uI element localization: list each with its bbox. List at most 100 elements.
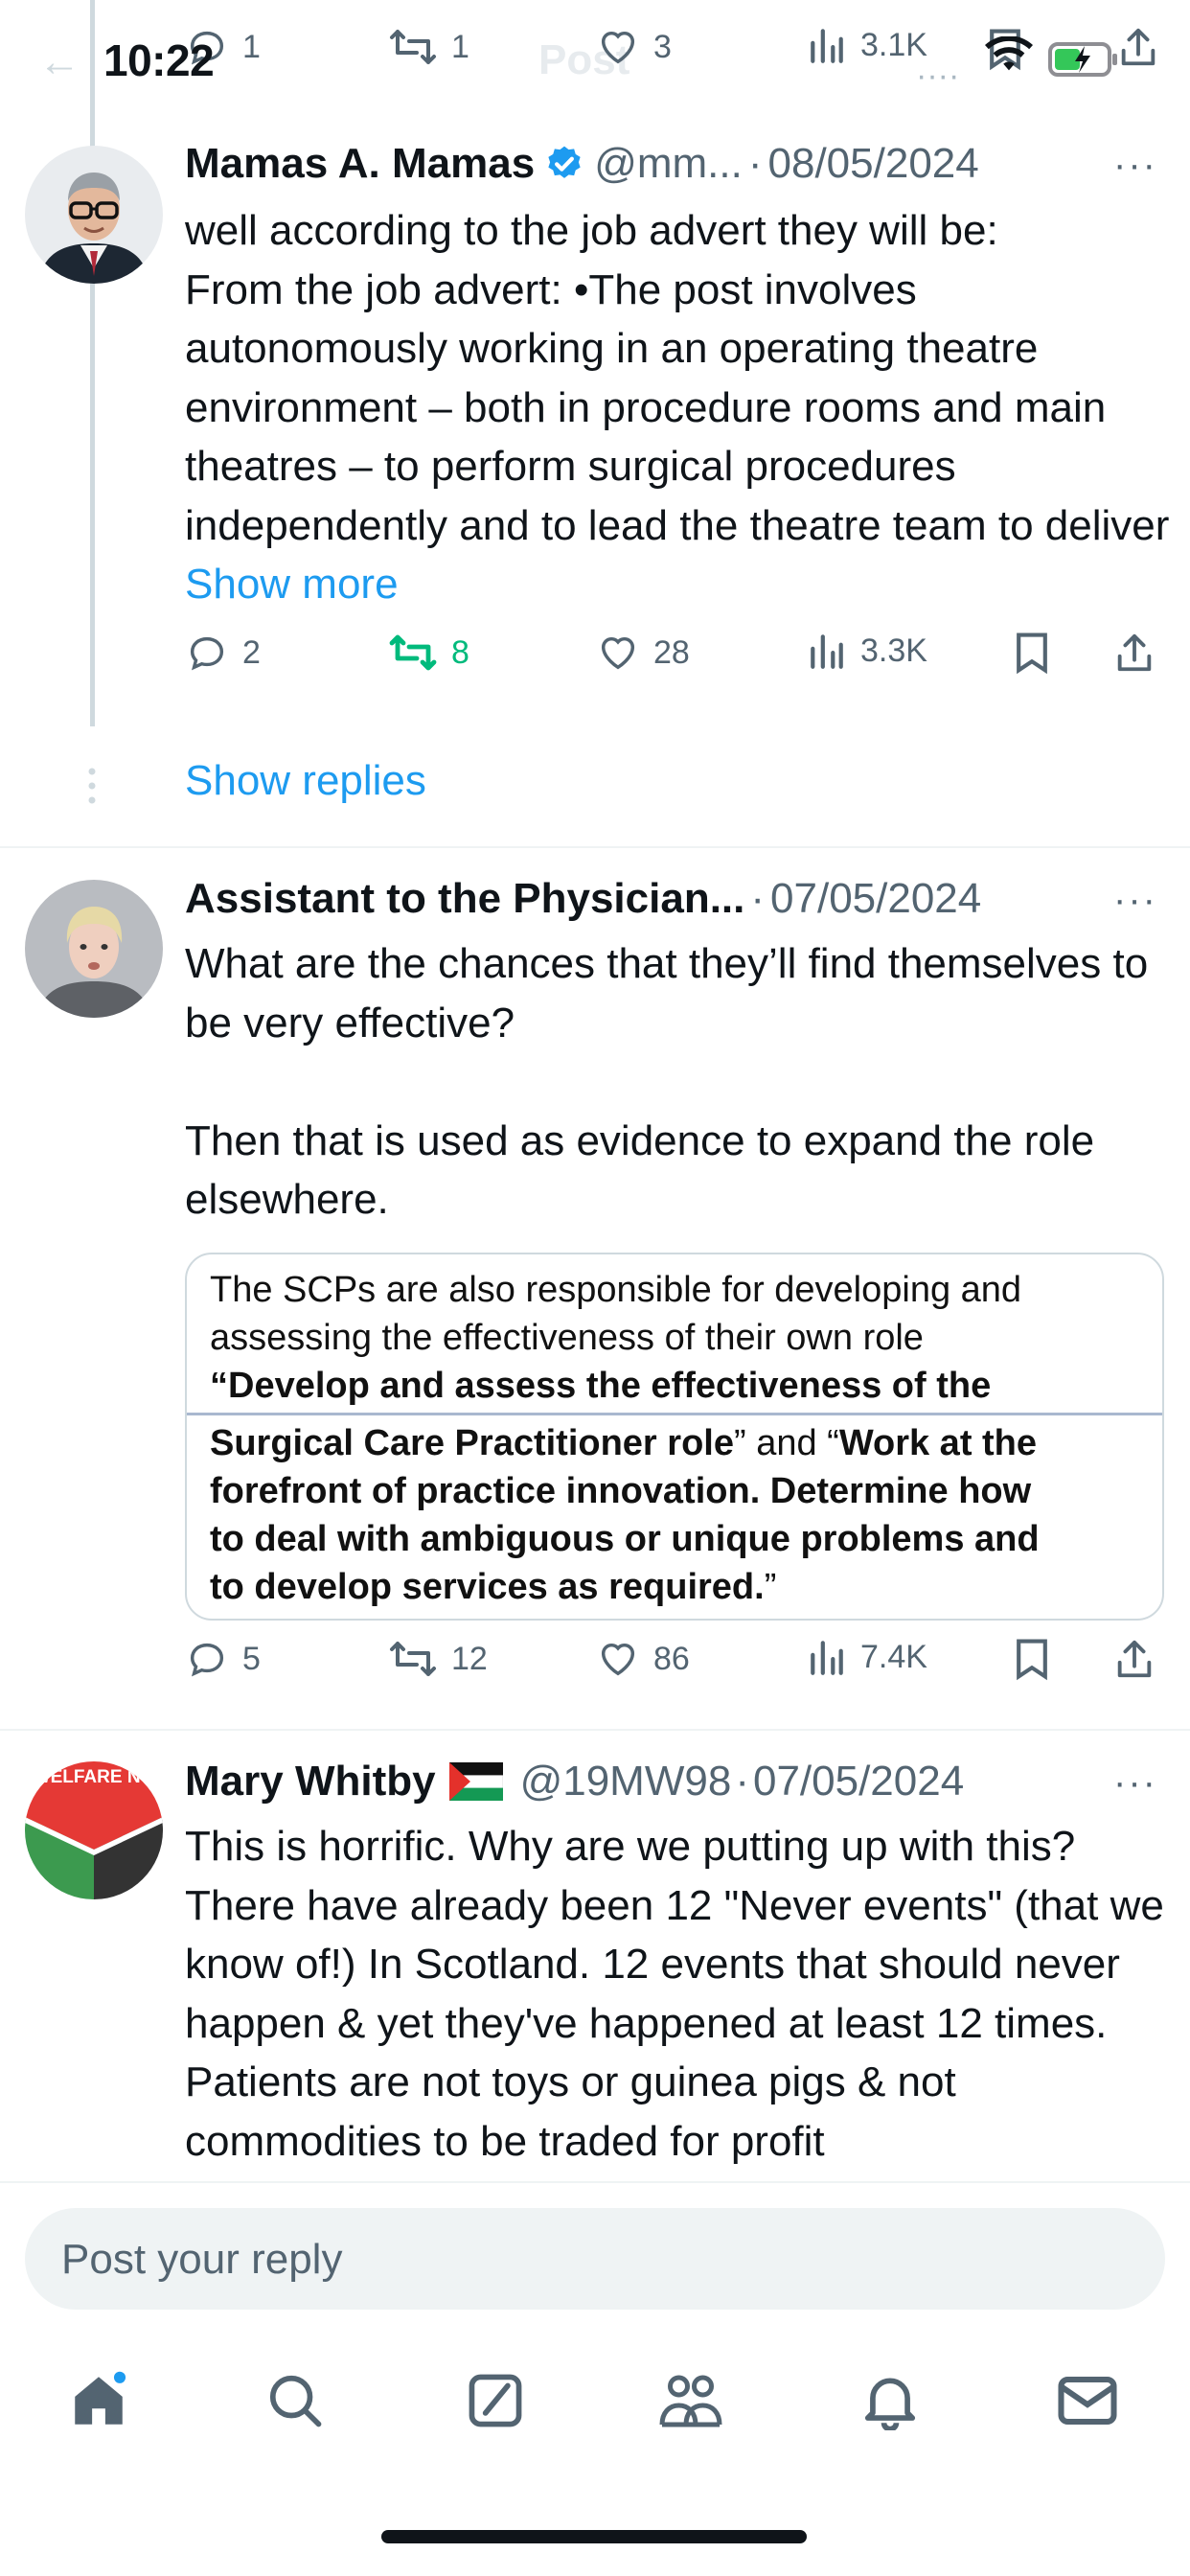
like-button[interactable]: 3 [596,25,672,69]
image-text-bold: Surgical Care Practitioner role [210,1423,734,1463]
views-button[interactable]: 3.1K [807,25,927,65]
separator-dot: · [747,140,763,187]
attached-image[interactable]: The SCPs are also responsible for develo… [185,1253,1164,1621]
repost-count: 1 [451,28,469,65]
nav-notifications[interactable] [857,2367,924,2434]
bookmark-icon [1014,1637,1050,1681]
image-text-line: assessing the effectiveness of their own… [210,1318,924,1358]
views-count: 7.4K [860,1638,927,1675]
avatar[interactable] [25,146,163,284]
share-button[interactable] [1113,631,1156,675]
show-more-link[interactable]: Show more [185,561,399,608]
home-indicator [381,2530,807,2543]
tweet-text: well according to the job advert they wi… [185,201,1172,614]
battery-icon [1048,40,1119,79]
compose-icon [466,2371,525,2430]
author-name[interactable]: Mary Whitby [185,1758,436,1806]
thread-line [90,0,95,726]
image-text-line: “Develop and assess the effectiveness of… [210,1366,992,1406]
image-text-normal: ” [764,1567,777,1607]
avatar[interactable]: WELFARE NO [25,1761,163,1899]
bookmark-icon [1014,631,1050,675]
heart-icon [596,25,640,69]
show-replies-link[interactable]: Show replies [185,757,426,805]
nav-messages[interactable] [1054,2367,1121,2434]
communities-icon [657,2371,724,2430]
views-icon [807,1637,847,1677]
image-text-bold: Work at the [838,1423,1038,1463]
reply-count: 5 [242,1640,261,1677]
reply-input[interactable]: Post your reply [25,2208,1165,2310]
more-options-icon[interactable]: ··· [1113,144,1157,187]
repost-button[interactable]: 1 [388,25,469,69]
search-icon [265,2371,325,2430]
image-text-line: The SCPs are also responsible for develo… [210,1270,1022,1310]
like-button[interactable]: 86 [596,1637,690,1681]
image-text-line: to deal with ambiguous or unique problem… [210,1519,1040,1559]
reply-placeholder: Post your reply [61,2236,343,2283]
tweet-actions: 2 8 28 3.3K [0,631,1190,688]
tweet-header: Mamas A. Mamas @mm... · 08/05/2024 [185,140,1172,188]
divider [0,2181,1190,2183]
tweet-body: well according to the job advert they wi… [185,207,1170,549]
image-divider [187,1413,1162,1415]
share-button[interactable] [1117,25,1159,69]
image-text-line: to develop services as required.” [210,1563,776,1611]
more-options-icon[interactable]: ··· [1113,1761,1157,1805]
separator-dot: · [750,875,766,922]
repost-icon [388,25,438,69]
views-count: 3.3K [860,632,927,669]
nav-home[interactable] [65,2367,132,2434]
image-text-normal: ” and “ [733,1423,839,1463]
divider [0,1729,1190,1731]
signal-dots: ···· [916,58,960,94]
reply-button[interactable]: 5 [185,1637,261,1681]
tweet-date[interactable]: 08/05/2024 [768,140,979,188]
nav-search[interactable] [262,2367,329,2434]
status-time: 10:22 [103,35,215,85]
reply-icon [185,631,229,675]
author-handle[interactable]: @mm... [594,140,743,188]
views-icon [807,631,847,671]
image-text-bold: to develop services as required. [210,1567,765,1607]
more-options-icon[interactable]: ··· [1113,879,1157,922]
share-icon [1117,25,1159,69]
repost-button[interactable]: 12 [388,1637,488,1681]
tweet-header: Assistant to the Physician... · 07/05/20… [185,875,1172,923]
tweet-header: Mary Whitby @19MW98 · 07/05/2024 [185,1758,1172,1806]
repost-button[interactable]: 8 [388,631,469,675]
notifications-icon [860,2371,920,2430]
bookmark-button[interactable] [1014,631,1050,675]
tweet-date[interactable]: 07/05/2024 [770,875,981,923]
tweet-text: This is horrific. Why are we putting up … [185,1823,1164,2165]
reply-icon [185,1637,229,1681]
reply-button[interactable]: 2 [185,631,261,675]
home-icon [67,2369,130,2432]
separator-dot: · [735,1758,749,1805]
thread-dots-icon [85,767,99,805]
tweet-actions: 5 12 86 7.4K [0,1637,1190,1694]
nav-communities[interactable] [657,2367,724,2434]
reply-count: 2 [242,633,261,671]
share-button[interactable] [1113,1637,1156,1681]
bookmark-button[interactable] [1014,1637,1050,1681]
tweet-text: What are the chances that they’ll find t… [185,940,1149,1223]
author-handle[interactable]: @19MW98 [520,1758,732,1806]
repost-icon [388,1637,438,1681]
avatar[interactable] [25,880,163,1018]
like-count: 3 [653,28,672,65]
avatar-text: WELFARE NO [34,1767,155,1787]
like-count: 28 [653,633,690,671]
wifi-icon [985,36,1033,75]
nav-grok[interactable] [462,2367,529,2434]
reply-count: 1 [242,28,261,65]
views-button[interactable]: 3.3K [807,631,927,671]
tweet-date[interactable]: 07/05/2024 [753,1758,964,1806]
like-button[interactable]: 28 [596,631,690,675]
messages-icon [1056,2371,1119,2430]
views-button[interactable]: 7.4K [807,1637,927,1677]
author-name[interactable]: Assistant to the Physician... [185,875,744,923]
heart-icon [596,631,640,675]
author-name[interactable]: Mamas A. Mamas [185,140,535,188]
views-icon [807,25,847,65]
